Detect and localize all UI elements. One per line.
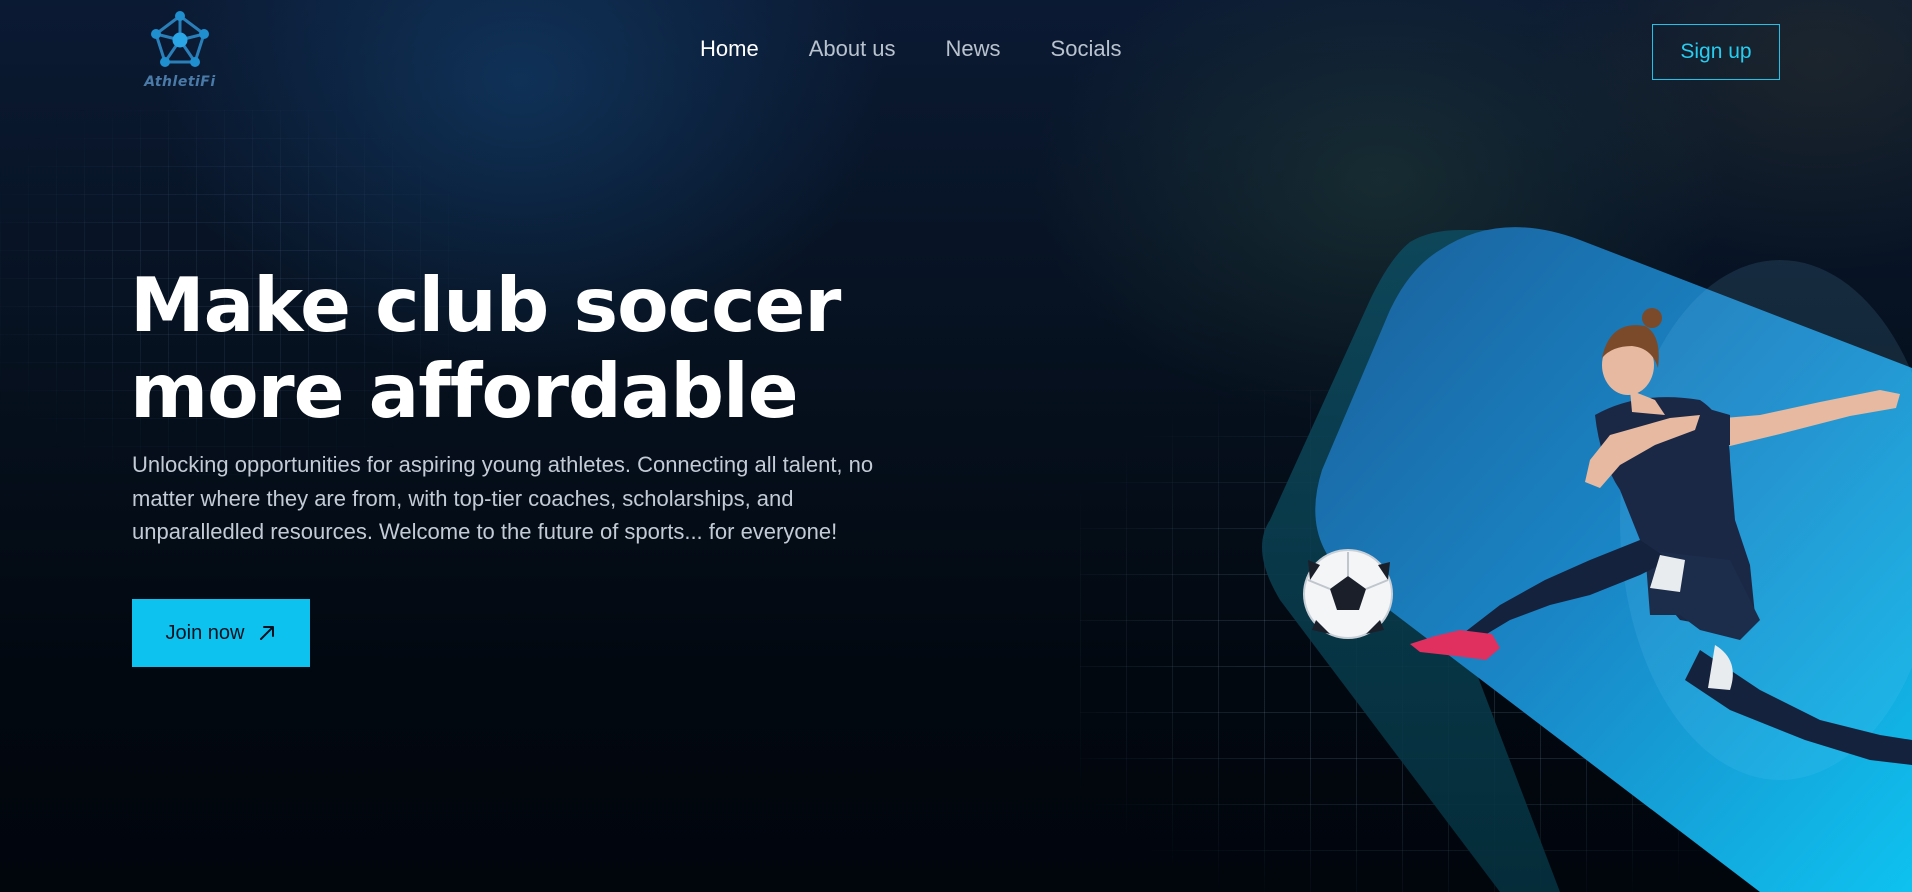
soccer-ball xyxy=(1303,549,1393,639)
nav-socials[interactable]: Socials xyxy=(1051,36,1122,62)
main-nav: Home About us News Socials xyxy=(700,36,1121,62)
hero-title: Make club soccer more affordable xyxy=(130,262,890,434)
join-now-label: Join now xyxy=(165,621,245,644)
brand-logo[interactable]: AthletiFi xyxy=(134,10,226,92)
sign-up-button[interactable]: Sign up xyxy=(1652,24,1780,80)
hero-title-line-1: Make club soccer xyxy=(130,261,841,349)
brand-name: AthletiFi xyxy=(144,74,216,90)
soccer-network-icon xyxy=(151,11,209,67)
hero-title-line-2: more affordable xyxy=(130,347,799,435)
hero-player-image xyxy=(1262,227,1912,892)
join-now-button[interactable]: Join now xyxy=(132,599,310,667)
nav-about-us[interactable]: About us xyxy=(809,36,896,62)
hero-subtitle: Unlocking opportunities for aspiring you… xyxy=(132,452,874,544)
site-header: AthletiFi Home About us News Socials Sig… xyxy=(0,0,1912,108)
arrow-up-right-icon xyxy=(260,626,275,640)
nav-home[interactable]: Home xyxy=(700,36,759,62)
landing-page: AthletiFi Home About us News Socials Sig… xyxy=(0,0,1912,892)
nav-news[interactable]: News xyxy=(946,36,1001,62)
